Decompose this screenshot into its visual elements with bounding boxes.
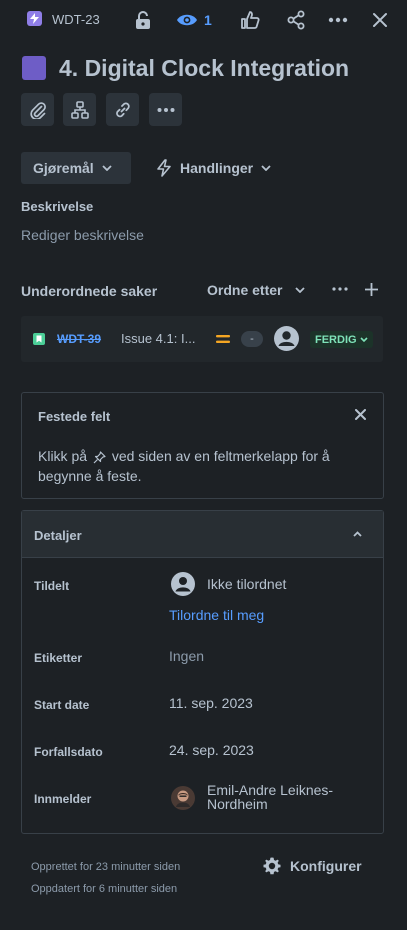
child-issue-key[interactable]: WDT-39: [57, 332, 101, 346]
status-label: Gjøremål: [33, 160, 94, 176]
hierarchy-icon: [70, 100, 89, 119]
pinned-help-before: Klikk på: [38, 448, 88, 464]
description-editor[interactable]: Rediger beskrivelse: [21, 227, 144, 243]
chevron-down-icon: [359, 337, 368, 342]
plus-icon: [364, 282, 379, 297]
more-actions-button[interactable]: [149, 93, 182, 126]
details-panel: Detaljer Tildelt Ikke tilordnet Tilordne…: [21, 510, 384, 834]
reporter-avatar: [171, 786, 195, 810]
child-issue-button[interactable]: [63, 93, 96, 126]
eye-icon[interactable]: [174, 8, 200, 32]
status-badge-label: FERDIG: [315, 333, 357, 346]
reporter-name-line2: Nordheim: [207, 796, 268, 812]
assignee-label: Tildelt: [34, 579, 70, 593]
child-issues-heading: Underordnede saker: [21, 283, 158, 299]
reporter-name[interactable]: Emil-Andre Leiknes- Nordheim: [207, 783, 333, 811]
link-issue-button[interactable]: [106, 93, 139, 126]
lightning-icon: [27, 11, 42, 26]
reporter-label: Innmelder: [34, 792, 92, 806]
created-timestamp: Opprettet for 23 minutter siden: [31, 861, 181, 873]
issue-key-link[interactable]: WDT-23: [52, 12, 100, 27]
actions-dropdown[interactable]: Handlinger: [156, 152, 271, 184]
details-heading: Detaljer: [34, 528, 82, 543]
pin-icon: [93, 451, 106, 464]
pinned-help-text: Klikk på ved siden av en feltmerkelapp f…: [38, 446, 358, 486]
sort-dropdown[interactable]: Ordne etter: [207, 282, 306, 298]
story-icon: [33, 333, 45, 345]
start-date-label: Start date: [34, 698, 90, 712]
unassigned-avatar-icon[interactable]: [274, 326, 299, 351]
paperclip-icon: [29, 101, 47, 119]
thumbs-up-icon[interactable]: [238, 8, 262, 32]
status-dropdown[interactable]: Gjøremål: [21, 152, 131, 184]
updated-timestamp: Oppdatert for 6 minutter siden: [31, 883, 178, 895]
chevron-down-icon: [102, 165, 112, 171]
link-icon: [114, 101, 132, 119]
due-date-label: Forfallsdato: [34, 745, 103, 759]
chevron-down-icon: [295, 287, 306, 293]
estimate-badge: -: [241, 331, 263, 347]
attach-button[interactable]: [21, 93, 54, 126]
reporter-name-line1: Emil-Andre Leiknes-: [207, 782, 334, 798]
gear-icon: [262, 856, 282, 876]
priority-medium-icon: [216, 334, 230, 344]
more-icon: [157, 107, 175, 112]
child-issue-summary[interactable]: Issue 4.1: I...: [121, 331, 201, 346]
issue-color-swatch: [22, 56, 46, 80]
start-date-value[interactable]: 11. sep. 2023: [169, 695, 253, 711]
issue-title[interactable]: 4. Digital Clock Integration: [59, 55, 349, 82]
more-icon: [332, 287, 348, 291]
more-icon[interactable]: [326, 8, 350, 32]
child-more-button[interactable]: [332, 287, 348, 291]
top-bar: WDT-23 1: [0, 0, 407, 40]
actions-label: Handlinger: [180, 160, 254, 176]
share-icon[interactable]: [284, 8, 308, 32]
chevron-up-icon[interactable]: [353, 531, 362, 537]
chevron-down-icon: [261, 165, 271, 171]
child-issue-row[interactable]: WDT-39 Issue 4.1: I... - FERDIG: [21, 316, 383, 362]
lightning-icon: [156, 159, 172, 177]
sort-label: Ordne etter: [207, 282, 283, 298]
assign-to-me-link[interactable]: Tilordne til meg: [169, 607, 264, 623]
labels-label: Etiketter: [34, 651, 83, 665]
pinned-fields-panel: Festede felt Klikk på ved siden av en fe…: [21, 392, 384, 499]
close-icon[interactable]: [355, 409, 366, 420]
issue-title-row: 4. Digital Clock Integration: [22, 53, 402, 83]
details-header[interactable]: Detaljer: [22, 511, 383, 558]
due-date-value[interactable]: 24. sep. 2023: [169, 742, 254, 758]
assignee-value[interactable]: Ikke tilordnet: [207, 576, 286, 592]
unlock-icon[interactable]: [131, 8, 155, 32]
pinned-heading: Festede felt: [38, 409, 111, 424]
labels-value[interactable]: Ingen: [169, 648, 204, 664]
configure-label: Konfigurer: [290, 858, 362, 874]
status-badge[interactable]: FERDIG: [310, 331, 373, 348]
configure-button[interactable]: Konfigurer: [262, 856, 362, 876]
description-heading: Beskrivelse: [21, 199, 94, 214]
add-child-button[interactable]: [364, 282, 379, 297]
unassigned-avatar-icon: [171, 572, 195, 596]
close-icon[interactable]: [368, 8, 392, 32]
watch-count[interactable]: 1: [204, 12, 212, 28]
